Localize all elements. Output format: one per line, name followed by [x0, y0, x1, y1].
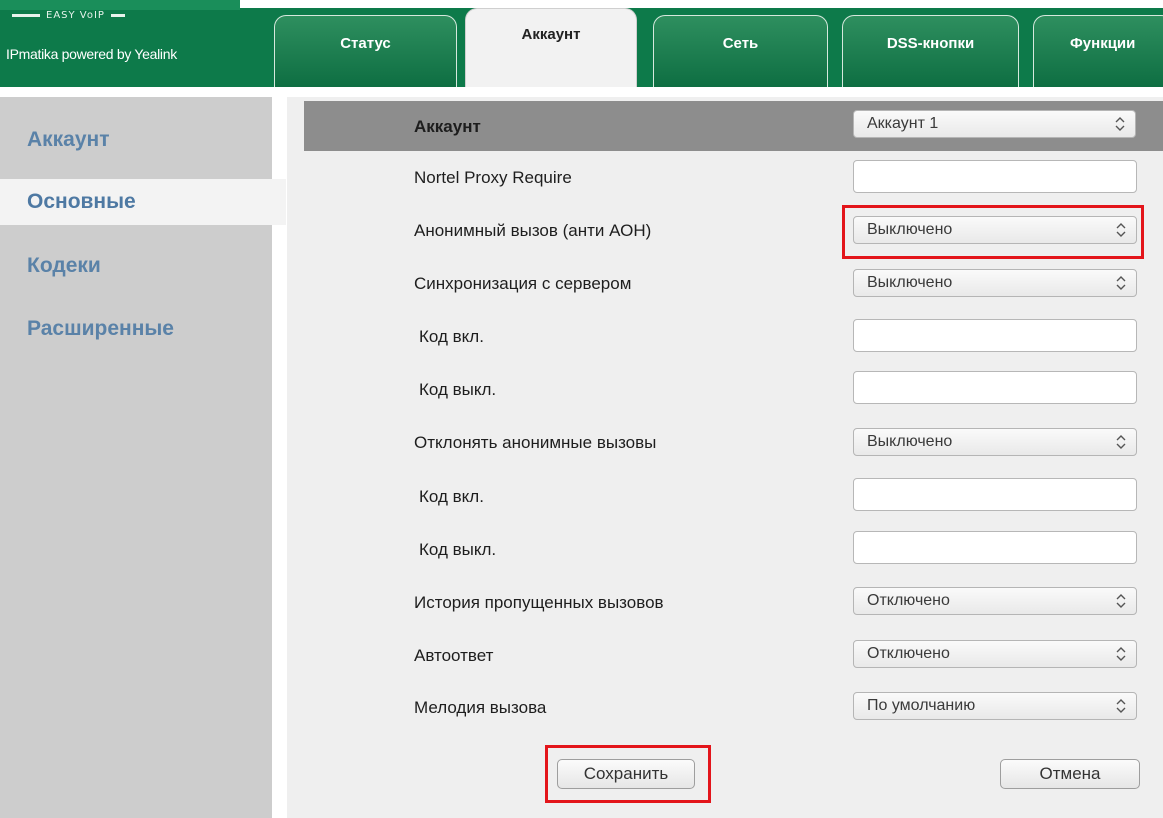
- save-button[interactable]: Сохранить: [557, 759, 695, 789]
- select-arrows-icon: [1116, 594, 1126, 608]
- tab-network[interactable]: Сеть: [653, 15, 828, 87]
- tab-account[interactable]: Аккаунт: [465, 8, 637, 87]
- nortel-proxy-input[interactable]: [853, 160, 1137, 193]
- reject-off-code-label: Код выкл.: [419, 540, 497, 559]
- sidebar-item-label: Кодеки: [27, 254, 101, 277]
- sidebar-item-label: Аккаунт: [27, 128, 110, 151]
- account-header-bar: Аккаунт Аккаунт 1: [304, 101, 1163, 151]
- reject-on-code-label: Код вкл.: [419, 487, 484, 506]
- tab-network-label: Сеть: [722, 35, 759, 52]
- cancel-button[interactable]: Отмена: [1000, 759, 1140, 789]
- auto-answer-label: Автоответ: [414, 646, 494, 665]
- tab-features-label: Функции: [1070, 35, 1136, 52]
- anonymous-call-label: Анонимный вызов (анти АОН): [414, 221, 652, 240]
- select-arrows-icon: [1116, 223, 1126, 237]
- tab-dss-keys-label: DSS-кнопки: [886, 35, 975, 52]
- anon-on-code-label: Код вкл.: [419, 327, 484, 346]
- reject-on-code-input[interactable]: [853, 478, 1137, 511]
- account-header-label: Аккаунт: [414, 117, 481, 136]
- sidebar-item-advanced[interactable]: Расширенные: [0, 306, 272, 352]
- brand-name: IPmatika powered by Yealink: [6, 46, 177, 62]
- reject-off-code-input[interactable]: [853, 531, 1137, 564]
- settings-panel: Аккаунт Аккаунт 1 Nortel Proxy Require А…: [287, 97, 1163, 818]
- select-arrows-icon: [1116, 276, 1126, 290]
- anonymous-call-value: Выключено: [867, 221, 953, 238]
- reject-anonymous-select[interactable]: Выключено: [853, 428, 1137, 456]
- reject-anonymous-value: Выключено: [867, 433, 953, 450]
- sidebar-item-account[interactable]: Аккаунт: [0, 117, 272, 163]
- anonymous-call-select[interactable]: Выключено: [853, 216, 1137, 244]
- missed-call-log-select[interactable]: Отключено: [853, 587, 1137, 615]
- missed-call-log-value: Отключено: [867, 592, 950, 609]
- select-arrows-icon: [1116, 435, 1126, 449]
- tab-status-label: Статус: [340, 35, 391, 52]
- select-arrows-icon: [1116, 699, 1126, 713]
- ring-tone-value: По умолчанию: [867, 697, 976, 714]
- top-header: EASY VoIP IPmatika powered by Yealink Ст…: [0, 0, 1163, 87]
- sidebar-item-codecs[interactable]: Кодеки: [0, 243, 272, 289]
- reject-anonymous-label: Отклонять анонимные вызовы: [414, 433, 657, 452]
- server-sync-label: Синхронизация с сервером: [414, 274, 632, 293]
- tab-dss-keys[interactable]: DSS-кнопки: [842, 15, 1019, 87]
- sidebar: Аккаунт Основные Кодеки Расширенные: [0, 97, 286, 818]
- sidebar-item-basic[interactable]: Основные: [0, 179, 286, 225]
- server-sync-value: Выключено: [867, 274, 953, 291]
- select-arrows-icon: [1115, 117, 1125, 131]
- ring-tone-select[interactable]: По умолчанию: [853, 692, 1137, 720]
- tab-account-label: Аккаунт: [521, 26, 581, 43]
- logo: EASY VoIP: [12, 9, 125, 21]
- auto-answer-select[interactable]: Отключено: [853, 640, 1137, 668]
- anon-off-code-label: Код выкл.: [419, 380, 497, 399]
- ring-tone-label: Мелодия вызова: [414, 698, 547, 717]
- tab-status[interactable]: Статус: [274, 15, 457, 87]
- nortel-proxy-label: Nortel Proxy Require: [414, 168, 572, 187]
- auto-answer-value: Отключено: [867, 645, 950, 662]
- server-sync-select[interactable]: Выключено: [853, 269, 1137, 297]
- account-select[interactable]: Аккаунт 1: [853, 110, 1136, 138]
- sidebar-item-label: Расширенные: [27, 317, 174, 340]
- anon-off-code-input[interactable]: [853, 371, 1137, 404]
- sidebar-item-label: Основные: [27, 190, 136, 213]
- account-select-value: Аккаунт 1: [867, 115, 939, 132]
- logo-text: EASY VoIP: [46, 9, 105, 21]
- missed-call-log-label: История пропущенных вызовов: [414, 593, 664, 612]
- tab-features[interactable]: Функции: [1033, 15, 1163, 87]
- anon-on-code-input[interactable]: [853, 319, 1137, 352]
- select-arrows-icon: [1116, 647, 1126, 661]
